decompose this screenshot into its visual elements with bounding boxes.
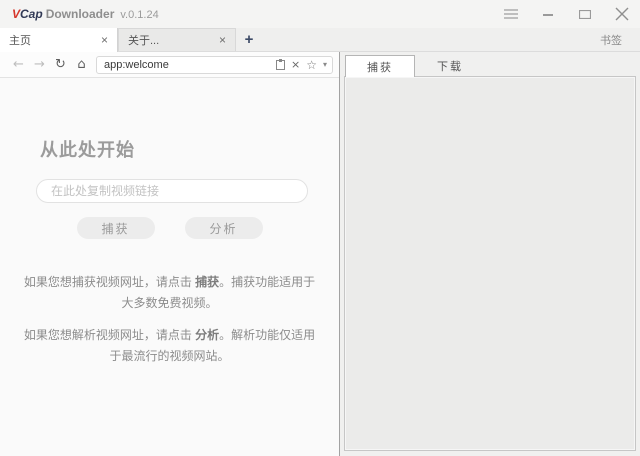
bookmark-star-icon[interactable]: ☆	[306, 58, 317, 72]
analyze-help-text: 如果您想解析视频网址，请点击 分析。解析功能仅适用于最流行的视频网站。	[22, 325, 318, 367]
address-url[interactable]: app:welcome	[104, 59, 270, 71]
maximize-icon[interactable]	[577, 6, 593, 22]
window-controls	[503, 6, 630, 22]
main-split: ← → ↻ ⌂ app:welcome × ☆ ▾ 从此处开始	[0, 52, 640, 456]
new-tab-icon[interactable]: +	[236, 28, 262, 51]
tab-about-label: 关于...	[128, 32, 217, 48]
capture-button[interactable]: 捕获	[77, 217, 155, 239]
capture-list-area	[344, 76, 636, 451]
tab-close-icon[interactable]: ×	[99, 33, 110, 47]
tab-close-icon[interactable]: ×	[217, 33, 228, 47]
page-title: 从此处开始	[40, 136, 339, 162]
back-icon[interactable]: ←	[8, 58, 29, 71]
welcome-page: 从此处开始 捕获 分析 如果您想捕获视频网址，请点击 捕获。捕获功能适用于大多数…	[0, 78, 339, 456]
minimize-icon[interactable]	[540, 6, 556, 22]
title-bar: VCap Downloader v.0.1.24	[0, 0, 640, 28]
panel-tab-capture[interactable]: 捕获	[345, 55, 415, 77]
bookmarks-button[interactable]: 书签	[592, 28, 640, 51]
analyze-help-part: 如果您想解析视频网址，请点击	[24, 328, 195, 342]
home-icon[interactable]: ⌂	[71, 58, 92, 71]
analyze-help-keyword: 分析	[195, 328, 219, 342]
tabbar-spacer	[262, 28, 592, 51]
video-url-input[interactable]	[36, 179, 308, 203]
side-panel: 捕获 下载	[339, 52, 640, 456]
tab-bar: 主页 × 关于... × + 书签	[0, 28, 640, 52]
menu-icon[interactable]	[503, 6, 519, 22]
address-bar[interactable]: app:welcome × ☆ ▾	[96, 56, 333, 74]
panel-tab-download[interactable]: 下载	[415, 55, 485, 76]
clear-address-icon[interactable]: ×	[291, 58, 300, 71]
forward-icon[interactable]: →	[29, 58, 50, 71]
panel-tab-bar: 捕获 下载	[340, 52, 640, 76]
tab-home[interactable]: 主页 ×	[0, 28, 118, 52]
close-icon[interactable]	[614, 6, 630, 22]
app-window: VCap Downloader v.0.1.24 主页 × 关于.	[0, 0, 640, 456]
action-buttons: 捕获 分析	[0, 217, 339, 239]
navigation-bar: ← → ↻ ⌂ app:welcome × ☆ ▾	[0, 52, 339, 78]
app-logo: VCap Downloader v.0.1.24	[12, 7, 159, 21]
capture-help-keyword: 捕获	[195, 275, 219, 289]
paste-page-icon[interactable]	[276, 59, 285, 70]
capture-help-text: 如果您想捕获视频网址，请点击 捕获。捕获功能适用于大多数免费视频。	[22, 272, 318, 314]
analyze-button[interactable]: 分析	[185, 217, 263, 239]
browser-pane: ← → ↻ ⌂ app:welcome × ☆ ▾ 从此处开始	[0, 52, 339, 456]
logo-text: Downloader	[46, 7, 115, 21]
tab-home-label: 主页	[9, 32, 99, 48]
capture-help-part: 如果您想捕获视频网址，请点击	[24, 275, 195, 289]
reload-icon[interactable]: ↻	[50, 58, 71, 71]
address-dropdown-icon[interactable]: ▾	[323, 60, 327, 69]
app-version: v.0.1.24	[120, 9, 158, 21]
logo-cap: Cap	[20, 7, 43, 21]
tab-about[interactable]: 关于... ×	[118, 28, 236, 51]
logo-v: V	[12, 7, 20, 21]
